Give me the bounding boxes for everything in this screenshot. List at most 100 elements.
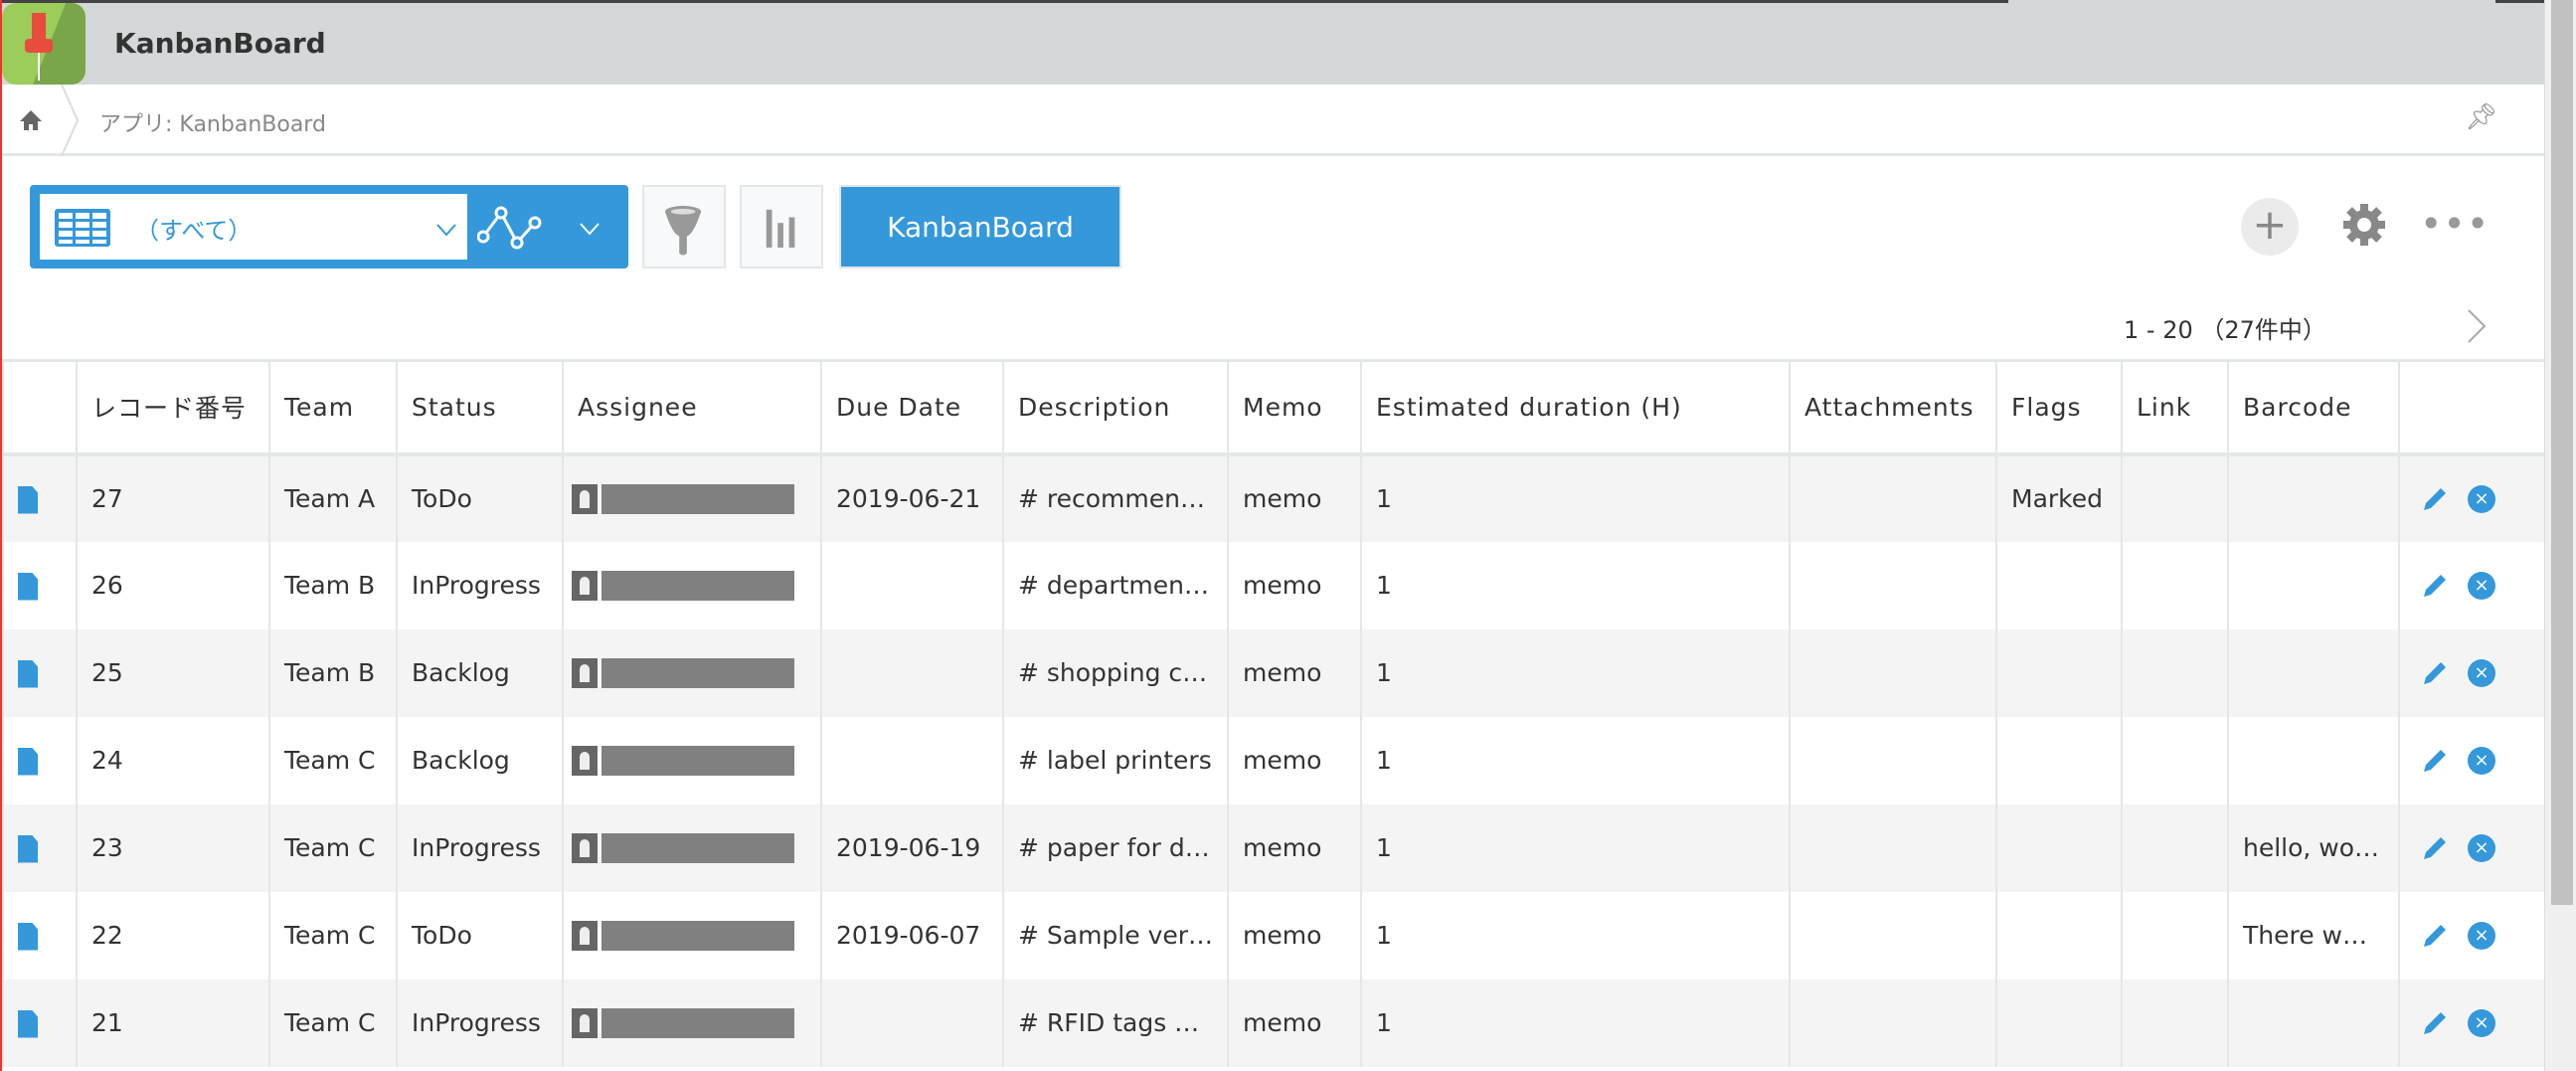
cell-status: ToDo (396, 453, 564, 542)
document-icon[interactable] (18, 485, 38, 514)
vertical-scrollbar[interactable] (2544, 0, 2576, 1071)
delete-close-icon[interactable]: × (2468, 1009, 2495, 1037)
edit-pencil-icon[interactable] (2420, 1008, 2450, 1038)
graph-button[interactable] (740, 185, 823, 268)
record-detail-cell[interactable] (2, 628, 78, 717)
document-icon[interactable] (18, 922, 38, 951)
cell-desc: # shopping c… (1002, 628, 1229, 717)
cell-link (2121, 628, 2229, 717)
row-actions: × (2398, 716, 2546, 804)
cell-id: 25 (76, 628, 270, 717)
cell-link (2121, 716, 2229, 804)
column-header[interactable]: レコード番号 (76, 359, 270, 456)
cell-due: 2019-06-07 (820, 891, 1004, 980)
column-header[interactable]: Link (2121, 359, 2229, 456)
cell-id: 23 (76, 803, 270, 892)
column-header (2, 359, 78, 456)
cell-est: 1 (1360, 628, 1791, 717)
column-header[interactable]: Team (268, 359, 398, 456)
edit-pencil-icon[interactable] (2420, 921, 2450, 951)
cell-desc: # Sample ver… (1002, 891, 1229, 980)
cell-status: InProgress (396, 541, 564, 629)
cell-est: 1 (1360, 716, 1791, 804)
home-icon[interactable] (19, 108, 43, 132)
cell-link (2121, 803, 2229, 892)
view-dropdown[interactable]: （すべて） (40, 194, 467, 260)
cell-flags (1995, 628, 2123, 717)
row-actions: × (2398, 541, 2546, 629)
more-options-icon[interactable]: ••• (2420, 202, 2490, 246)
table-row: 22 Team C ToDo 2019-06-07 # Sample ver… memo 1… (2, 891, 2546, 980)
cell-attach (1789, 716, 1997, 804)
graph-chevron-down-icon[interactable] (579, 217, 601, 239)
edit-pencil-icon[interactable] (2420, 833, 2450, 863)
column-header[interactable]: Memo (1227, 359, 1362, 456)
row-actions: × (2398, 891, 2546, 980)
cell-memo: memo (1227, 453, 1362, 542)
redacted-name (601, 833, 794, 863)
column-header[interactable]: Description (1002, 359, 1229, 456)
delete-close-icon[interactable]: × (2468, 572, 2495, 600)
document-icon[interactable] (18, 659, 38, 688)
column-header[interactable]: Flags (1995, 359, 2123, 456)
kanbanboard-button[interactable]: KanbanBoard (839, 185, 1121, 268)
record-detail-cell[interactable] (2, 803, 78, 892)
graph-icon[interactable] (477, 203, 551, 251)
cell-status: InProgress (396, 979, 564, 1067)
filter-button[interactable] (642, 185, 726, 268)
document-icon[interactable] (18, 1009, 38, 1038)
cell-id: 21 (76, 979, 270, 1067)
column-header[interactable]: Attachments (1789, 359, 1997, 456)
record-detail-cell[interactable] (2, 453, 78, 542)
redacted-name (601, 1008, 794, 1038)
delete-close-icon[interactable]: × (2468, 659, 2495, 687)
column-header[interactable]: Estimated duration (H) (1360, 359, 1791, 456)
redacted-name (601, 658, 794, 688)
scrollbar-thumb[interactable] (2551, 0, 2573, 905)
delete-close-icon[interactable]: × (2468, 747, 2495, 775)
pin-icon[interactable]: 📌︎ (2465, 102, 2497, 132)
edit-pencil-icon[interactable] (2420, 746, 2450, 776)
app-title: KanbanBoard (114, 27, 326, 60)
table-row: 23 Team C InProgress 2019-06-19 # paper for … (2, 803, 2546, 892)
edit-pencil-icon[interactable] (2420, 658, 2450, 688)
cell-flags (1995, 716, 2123, 804)
cell-id: 27 (76, 453, 270, 542)
cell-status: Backlog (396, 628, 564, 717)
gear-icon[interactable] (2340, 201, 2388, 249)
document-icon[interactable] (18, 747, 38, 776)
user-icon (572, 921, 598, 951)
record-detail-cell[interactable] (2, 541, 78, 629)
delete-close-icon[interactable]: × (2468, 834, 2495, 862)
column-header[interactable]: Assignee (562, 359, 822, 456)
column-header[interactable]: Due Date (820, 359, 1004, 456)
column-header[interactable]: Status (396, 359, 564, 456)
view-selector[interactable]: （すべて） (30, 185, 628, 268)
edit-pencil-icon[interactable] (2420, 571, 2450, 601)
delete-close-icon[interactable]: × (2468, 922, 2495, 950)
cell-status: InProgress (396, 803, 564, 892)
edit-pencil-icon[interactable] (2420, 484, 2450, 514)
record-detail-cell[interactable] (2, 891, 78, 980)
cell-assignee (562, 628, 822, 717)
document-icon[interactable] (18, 834, 38, 863)
breadcrumb-app[interactable]: アプリ: KanbanBoard (99, 106, 326, 138)
cell-desc: # RFID tags … (1002, 979, 1229, 1067)
cell-team: Team C (268, 716, 398, 804)
cell-memo: memo (1227, 541, 1362, 629)
record-detail-cell[interactable] (2, 979, 78, 1067)
cell-attach (1789, 628, 1997, 717)
column-header[interactable]: Barcode (2227, 359, 2400, 456)
cell-assignee (562, 716, 822, 804)
cell-memo: memo (1227, 979, 1362, 1067)
cell-barcode (2227, 716, 2400, 804)
document-icon[interactable] (18, 572, 38, 601)
cell-barcode: hello, wo… (2227, 803, 2400, 892)
cell-link (2121, 453, 2229, 542)
add-record-button[interactable]: + (2241, 198, 2299, 256)
next-page-chevron-icon[interactable] (2466, 308, 2488, 344)
cell-team: Team B (268, 541, 398, 629)
delete-close-icon[interactable]: × (2468, 485, 2495, 513)
record-detail-cell[interactable] (2, 716, 78, 804)
app-logo-pushpin-icon[interactable] (2, 3, 86, 85)
